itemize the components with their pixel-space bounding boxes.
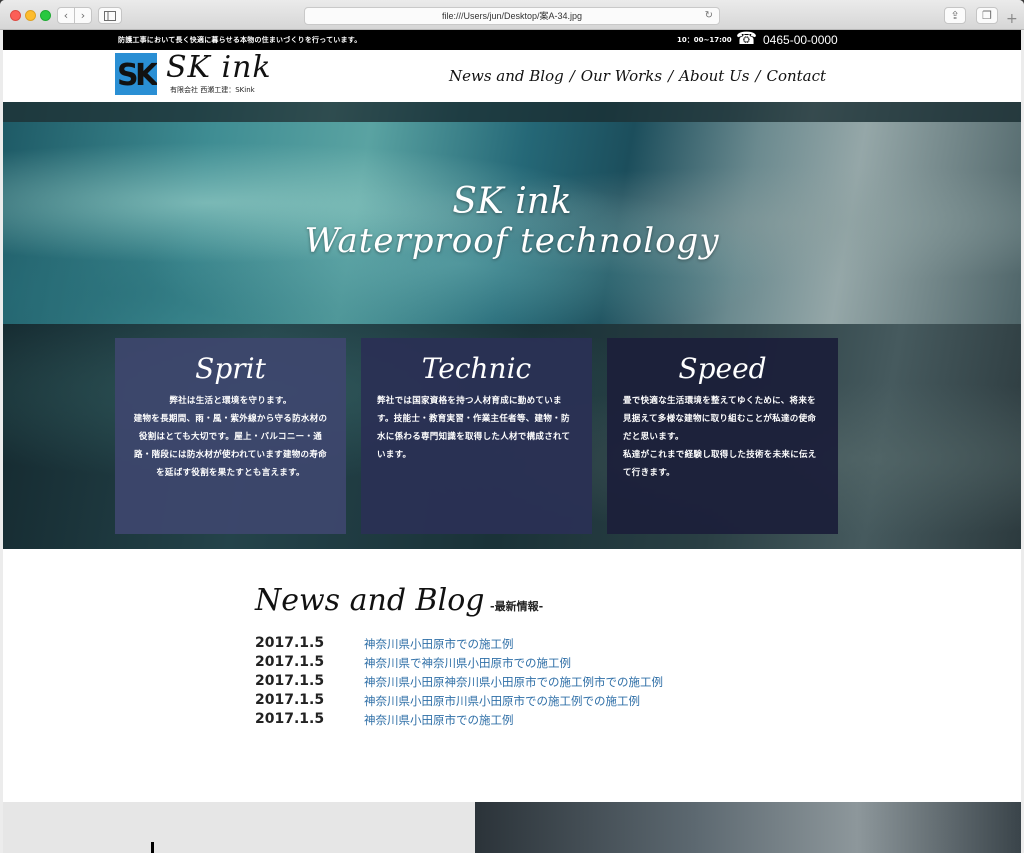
tab-overview-button[interactable]: ❐	[976, 7, 998, 24]
browser-window: ‹ › file:///Users/jun/Desktop/案A-34.jpg …	[0, 0, 1024, 853]
nav-about-us[interactable]: About Us	[679, 67, 749, 85]
feature-cards: Sprit 弊社は生活と環境を守ります。 建物を長期間、雨・風・紫外線から守る防…	[115, 338, 838, 534]
browser-titlebar: ‹ › file:///Users/jun/Desktop/案A-34.jpg …	[0, 0, 1024, 30]
hero-section: SK ink Waterproof technology Sprit 弊社は生活…	[3, 102, 1021, 549]
logo-text[interactable]: SK ink	[166, 50, 272, 85]
tabs-icon: ❐	[982, 9, 992, 22]
card-title: Sprit	[195, 352, 266, 385]
bottom-heading-fragment	[151, 842, 154, 853]
hero-title-line1: SK ink	[452, 181, 572, 222]
address-bar[interactable]: file:///Users/jun/Desktop/案A-34.jpg ↻	[304, 7, 720, 25]
main-nav: News and Blog / Our Works / About Us / Contact	[449, 67, 826, 85]
phone-number[interactable]: 0465-00-0000	[763, 33, 838, 47]
nav-contact[interactable]: Contact	[766, 67, 826, 85]
nav-separator: /	[569, 67, 575, 85]
nav-news-and-blog[interactable]: News and Blog	[449, 67, 564, 85]
news-date: 2017.1.5	[255, 654, 325, 670]
news-item: 2017.1.5 神奈川県小田原市川県小田原市での施工例での施工例	[255, 692, 775, 711]
card-title: Technic	[421, 352, 532, 385]
feature-card-technic: Technic 弊社では国家資格を持つ人材育成に勤めています。技能士・教育実習・…	[361, 338, 592, 534]
sidebar-toggle-button[interactable]	[98, 7, 122, 24]
news-date: 2017.1.5	[255, 635, 325, 651]
news-item: 2017.1.5 神奈川県で神奈川県小田原市での施工例	[255, 654, 775, 673]
maximize-window-button[interactable]	[40, 10, 51, 21]
phone-icon: ☎	[736, 30, 758, 49]
news-link[interactable]: 神奈川県小田原市川県小田原市での施工例での施工例	[364, 693, 640, 709]
feature-card-speed: Speed 畳で快適な生活環境を整えてゆくために、将来を見据えて多様な建物に取り…	[607, 338, 838, 534]
news-heading: News and Blog	[255, 583, 485, 618]
minimize-window-button[interactable]	[25, 10, 36, 21]
news-link[interactable]: 神奈川県小田原市での施工例	[364, 712, 514, 728]
feature-card-sprit: Sprit 弊社は生活と環境を守ります。 建物を長期間、雨・風・紫外線から守る防…	[115, 338, 346, 534]
news-link[interactable]: 神奈川県小田原市での施工例	[364, 636, 514, 652]
site-header: S K SK ink 有限会社 西瀬工建：SKink News and Blog…	[3, 50, 1021, 102]
nav-separator: /	[668, 67, 674, 85]
bottom-left-panel	[3, 802, 475, 853]
news-date: 2017.1.5	[255, 711, 325, 727]
hero-top-band	[3, 102, 1021, 122]
share-button[interactable]: ⇪	[944, 7, 966, 24]
close-window-button[interactable]	[10, 10, 21, 21]
sidebar-icon	[104, 11, 116, 21]
share-icon: ⇪	[950, 9, 960, 22]
business-hours: 10：00~17:00	[677, 36, 732, 44]
news-item: 2017.1.5 神奈川県小田原市での施工例	[255, 635, 775, 654]
card-title: Speed	[678, 352, 767, 385]
chevron-right-icon: ›	[80, 9, 86, 22]
svg-text:K: K	[135, 58, 157, 93]
news-date: 2017.1.5	[255, 692, 325, 708]
news-item: 2017.1.5 神奈川県小田原市での施工例	[255, 711, 775, 730]
web-page: 防護工事において長く快適に暮らせる本物の住まいづくりを行っています。 10：00…	[3, 30, 1021, 853]
news-list: 2017.1.5 神奈川県小田原市での施工例 2017.1.5 神奈川県で神奈川…	[255, 635, 775, 730]
nav-separator: /	[755, 67, 761, 85]
site-tagline: 防護工事において長く快適に暮らせる本物の住まいづくりを行っています。	[118, 36, 362, 44]
address-text: file:///Users/jun/Desktop/案A-34.jpg	[441, 11, 583, 21]
back-button[interactable]: ‹	[57, 7, 75, 24]
news-section: News and Blog -最新情報- 2017.1.5 神奈川県小田原市での…	[3, 549, 1021, 802]
card-text: 弊社では国家資格を持つ人材育成に勤めています。技能士・教育実習・作業主任者等、建…	[377, 396, 571, 460]
card-text: 弊社は生活と環境を守ります。 建物を長期間、雨・風・紫外線から守る防水材の役割は…	[133, 396, 328, 478]
news-subheading: -最新情報-	[490, 600, 544, 613]
reload-icon[interactable]: ↻	[705, 8, 713, 24]
top-info-bar: 防護工事において長く快適に暮らせる本物の住まいづくりを行っています。 10：00…	[3, 30, 1021, 50]
chevron-left-icon: ‹	[63, 9, 69, 22]
hero-title-line2: Waterproof technology	[304, 221, 720, 261]
card-text: 畳で快適な生活環境を整えてゆくために、将来を見据えて多様な建物に取り組むことが私…	[623, 396, 817, 478]
logo-mark-icon[interactable]: S K	[115, 53, 157, 95]
logo-subtitle: 有限会社 西瀬工建：SKink	[170, 86, 255, 94]
nav-our-works[interactable]: Our Works	[581, 67, 662, 85]
hero-title: SK ink Waterproof technology	[3, 181, 1021, 261]
news-link[interactable]: 神奈川県小田原神奈川県小田原市での施工例市での施工例	[364, 674, 663, 690]
news-item: 2017.1.5 神奈川県小田原神奈川県小田原市での施工例市での施工例	[255, 673, 775, 692]
news-link[interactable]: 神奈川県で神奈川県小田原市での施工例	[364, 655, 571, 671]
new-tab-icon[interactable]: +	[1006, 12, 1018, 26]
bottom-right-image	[475, 802, 1021, 853]
forward-button[interactable]: ›	[74, 7, 92, 24]
news-date: 2017.1.5	[255, 673, 325, 689]
